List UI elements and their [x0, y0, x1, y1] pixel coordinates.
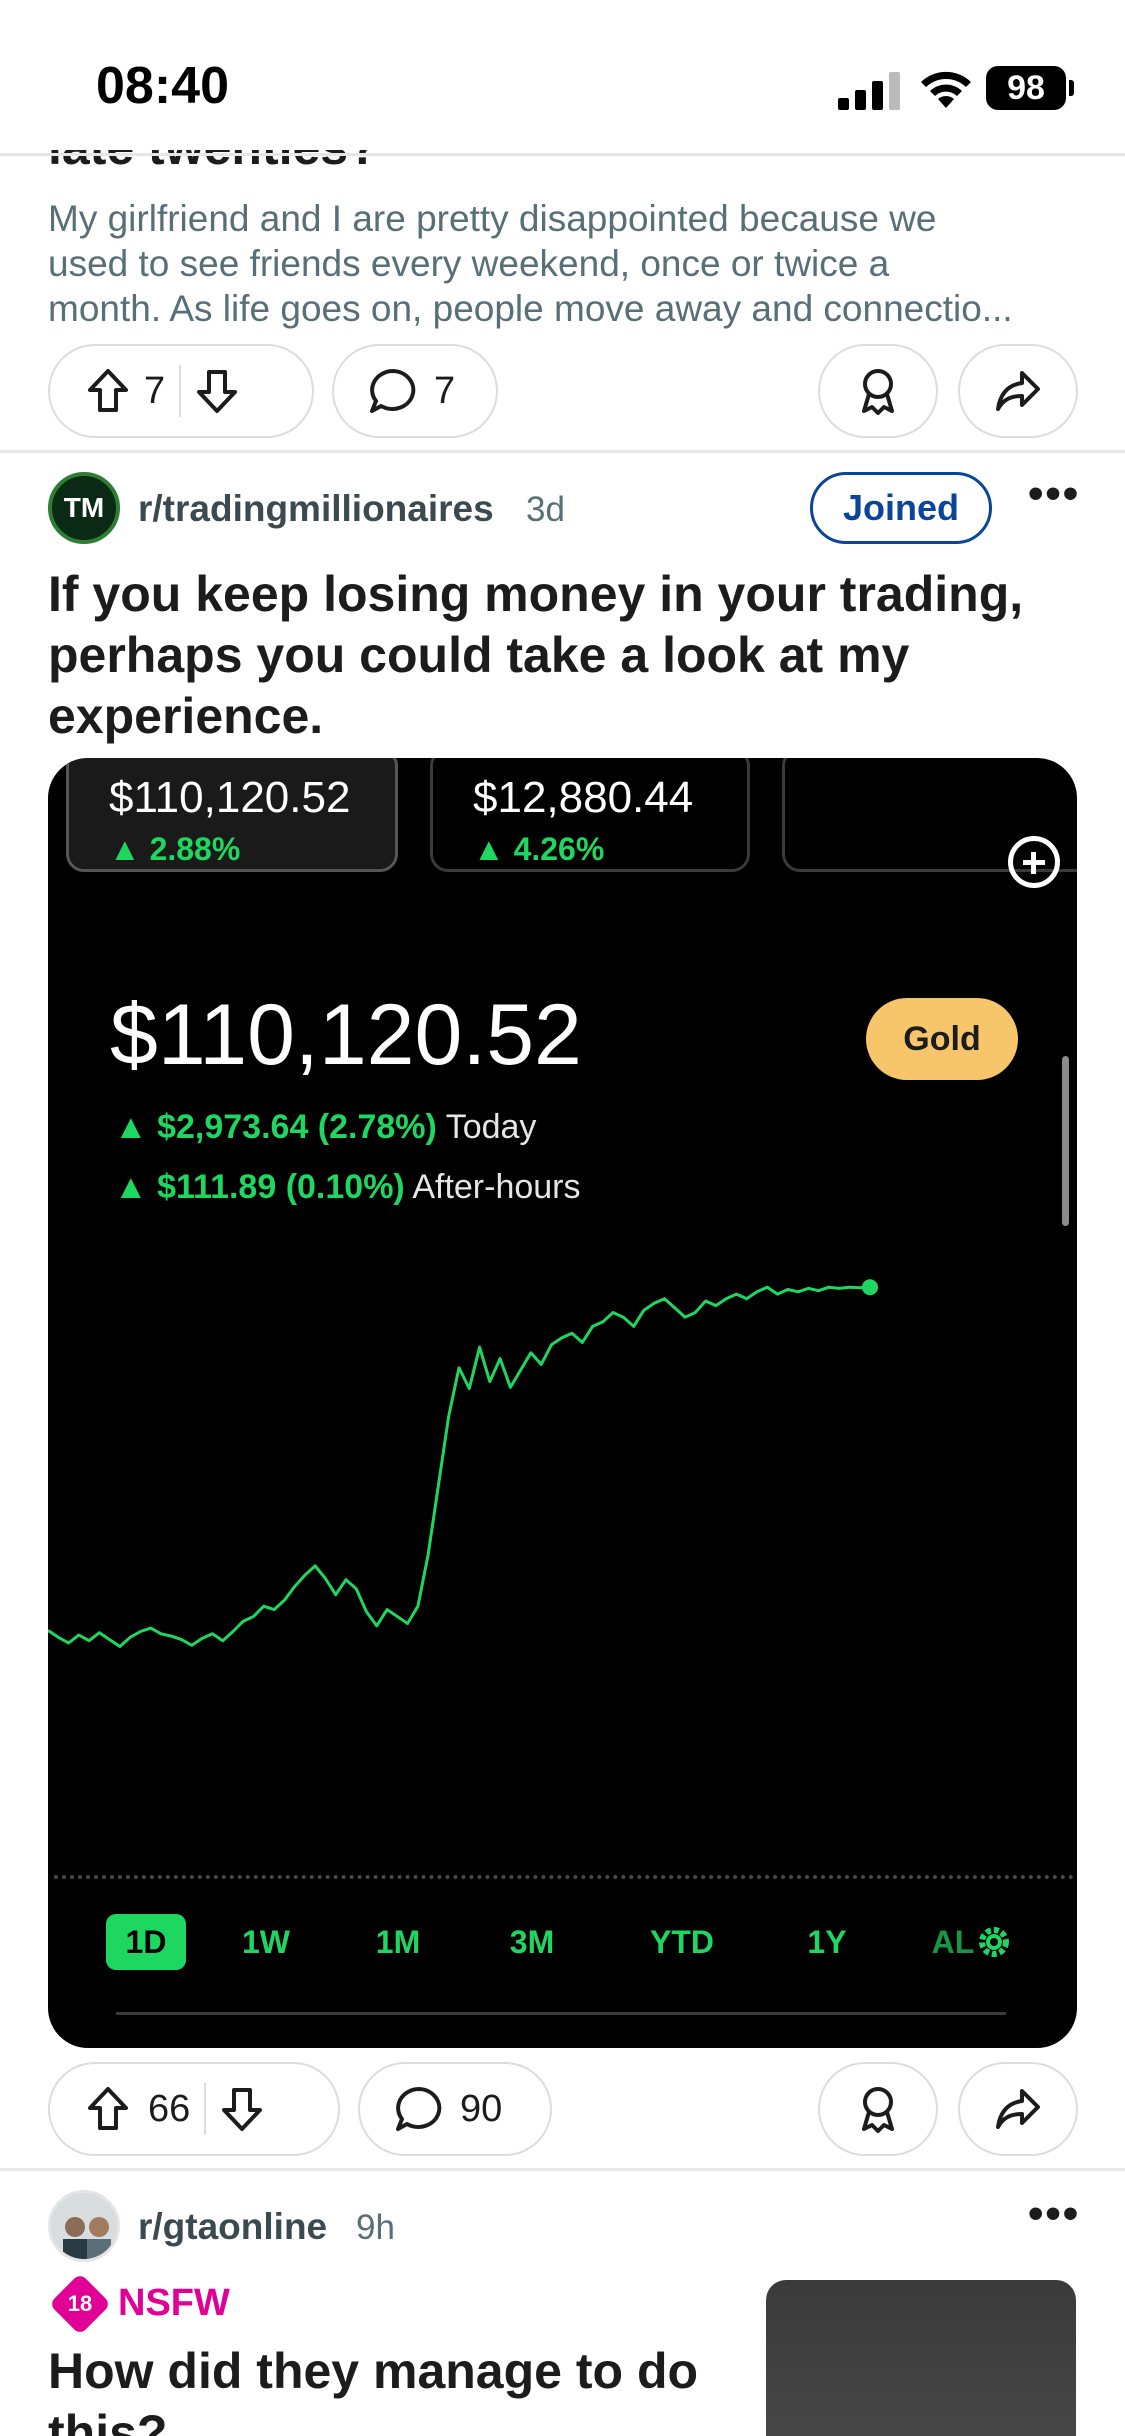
- status-bar: 08:40 98: [0, 0, 1125, 150]
- range-ytd-button[interactable]: YTD: [642, 1914, 722, 1970]
- cellular-signal-icon: [838, 72, 900, 110]
- today-change-value: ▲ $2,973.64 (2.78%): [114, 1108, 437, 1146]
- account-value: $110,120.52: [109, 773, 351, 822]
- scrollbar: [1062, 1056, 1069, 1226]
- award-icon: [862, 2087, 894, 2133]
- more-options-icon[interactable]: •••: [1028, 2192, 1078, 2244]
- baseline-dotted: [54, 1875, 1074, 1879]
- subreddit-avatar[interactable]: [48, 2190, 120, 2262]
- upvote-icon[interactable]: [86, 2086, 130, 2132]
- vote-separator: [204, 2083, 207, 2135]
- range-3m-button[interactable]: 3M: [502, 1914, 562, 1970]
- account-change: ▲ 4.26%: [473, 831, 605, 867]
- subreddit-name[interactable]: r/gtaonline: [138, 2206, 327, 2248]
- comments-button[interactable]: 7: [332, 344, 498, 438]
- share-icon: [996, 371, 1040, 411]
- chart-series-line: [48, 1285, 871, 1648]
- range-1m-button[interactable]: 1M: [368, 1914, 428, 1970]
- vote-separator: [179, 365, 182, 417]
- afterhours-change-label: After-hours: [412, 1168, 581, 1206]
- settings-gear-icon[interactable]: [974, 1922, 1014, 1962]
- award-button[interactable]: [818, 2062, 938, 2156]
- today-change-label: Today: [445, 1108, 537, 1146]
- post-time: 3d: [526, 490, 565, 529]
- post-divider: [0, 450, 1125, 453]
- subreddit-avatar[interactable]: TM: [48, 472, 120, 544]
- vote-pill: 7: [48, 344, 314, 438]
- upvote-icon[interactable]: [86, 368, 130, 414]
- award-icon: [862, 369, 894, 415]
- add-circle-icon: [1008, 836, 1060, 888]
- avatar-image-icon: [51, 2193, 117, 2259]
- share-button[interactable]: [958, 2062, 1078, 2156]
- range-1y-button[interactable]: 1Y: [802, 1914, 852, 1970]
- share-button[interactable]: [958, 344, 1078, 438]
- account-change: ▲ 2.88%: [109, 831, 241, 867]
- account-card: $12,880.44 ▲ 4.26%: [430, 758, 750, 872]
- range-all-button[interactable]: AL: [928, 1914, 978, 1970]
- post-body-line: My girlfriend and I are pretty disappoin…: [48, 198, 937, 239]
- range-1d-button[interactable]: 1D: [106, 1914, 186, 1970]
- comment-icon: [370, 369, 416, 413]
- image-bottom-line: [116, 2012, 1006, 2015]
- nsfw-label: NSFW: [118, 2282, 230, 2324]
- vote-pill: 66: [48, 2062, 340, 2156]
- range-1w-button[interactable]: 1W: [236, 1914, 296, 1970]
- share-icon: [996, 2089, 1040, 2129]
- header-divider: [0, 153, 1125, 156]
- post-title[interactable]: If you keep losing money in your trading…: [48, 564, 1088, 747]
- afterhours-change: ▲ $111.89 (0.10%) After-hours: [114, 1168, 581, 1207]
- post-body-line: month. As life goes on, people move away…: [48, 288, 1013, 329]
- post-thumbnail[interactable]: [766, 2280, 1076, 2436]
- post-image[interactable]: $110,120.52 ▲ 2.88% $12,880.44 ▲ 4.26% $…: [48, 758, 1077, 2048]
- status-time: 08:40: [96, 57, 229, 115]
- more-options-icon[interactable]: •••: [1028, 472, 1078, 524]
- comment-count: 90: [460, 2087, 503, 2130]
- gold-badge: Gold: [866, 998, 1018, 1080]
- upvote-count: 66: [148, 2087, 191, 2130]
- downvote-icon[interactable]: [220, 2086, 264, 2132]
- battery-icon: 98: [986, 66, 1074, 110]
- post-time: 9h: [356, 2208, 395, 2247]
- post-divider: [0, 2168, 1125, 2171]
- portfolio-line-chart: [48, 1279, 878, 1648]
- downvote-icon[interactable]: [195, 368, 239, 414]
- post-body-preview[interactable]: My girlfriend and I are pretty disappoin…: [48, 196, 1088, 331]
- joined-button[interactable]: Joined: [810, 472, 992, 544]
- post-body-line: used to see friends every weekend, once …: [48, 243, 890, 284]
- comments-button[interactable]: 90: [358, 2062, 552, 2156]
- subreddit-name[interactable]: r/tradingmillionaires: [138, 488, 494, 530]
- afterhours-change-value: ▲ $111.89 (0.10%): [114, 1168, 405, 1206]
- chart-current-point: [862, 1279, 878, 1296]
- nsfw-age-badge: 18: [67, 2291, 93, 2316]
- wifi-icon: [921, 71, 971, 108]
- post-title[interactable]: How did they manage to do this?: [48, 2340, 728, 2436]
- award-button[interactable]: [818, 344, 938, 438]
- account-card: $110,120.52 ▲ 2.88%: [66, 758, 398, 872]
- portfolio-balance: $110,120.52: [110, 987, 582, 1083]
- comment-count: 7: [434, 369, 456, 412]
- upvote-count: 7: [144, 369, 166, 412]
- account-value: $12,880.44: [473, 773, 694, 822]
- today-change: ▲ $2,973.64 (2.78%) Today: [114, 1108, 536, 1147]
- comment-icon: [396, 2087, 442, 2131]
